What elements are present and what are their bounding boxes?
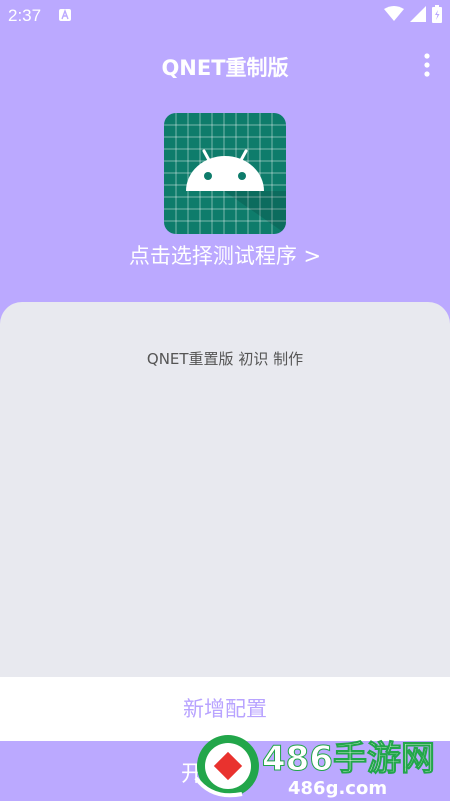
more-vert-icon[interactable] bbox=[424, 53, 430, 77]
status-icons bbox=[384, 5, 442, 23]
watermark-logo: 486手游网 486g.com bbox=[194, 735, 435, 799]
signal-icon bbox=[410, 6, 426, 22]
content-panel: QNET重置版 初识 制作 bbox=[0, 302, 450, 677]
select-test-program-link[interactable]: 点击选择测试程序 > bbox=[0, 240, 450, 270]
app-bar: QNET重制版 bbox=[0, 42, 450, 88]
android-app-icon[interactable] bbox=[164, 113, 286, 234]
status-bar: 2:37 bbox=[0, 0, 450, 30]
watermark-url-text: 486g.com bbox=[288, 778, 387, 799]
wifi-icon bbox=[384, 6, 404, 21]
app-title: QNET重制版 bbox=[161, 56, 289, 80]
credit-text: QNET重置版 初识 制作 bbox=[146, 350, 304, 368]
battery-icon bbox=[432, 5, 442, 23]
app-notification-icon bbox=[59, 9, 71, 21]
watermark-brand-text: 486手游网 bbox=[262, 739, 435, 779]
status-time: 2:37 bbox=[8, 6, 42, 25]
